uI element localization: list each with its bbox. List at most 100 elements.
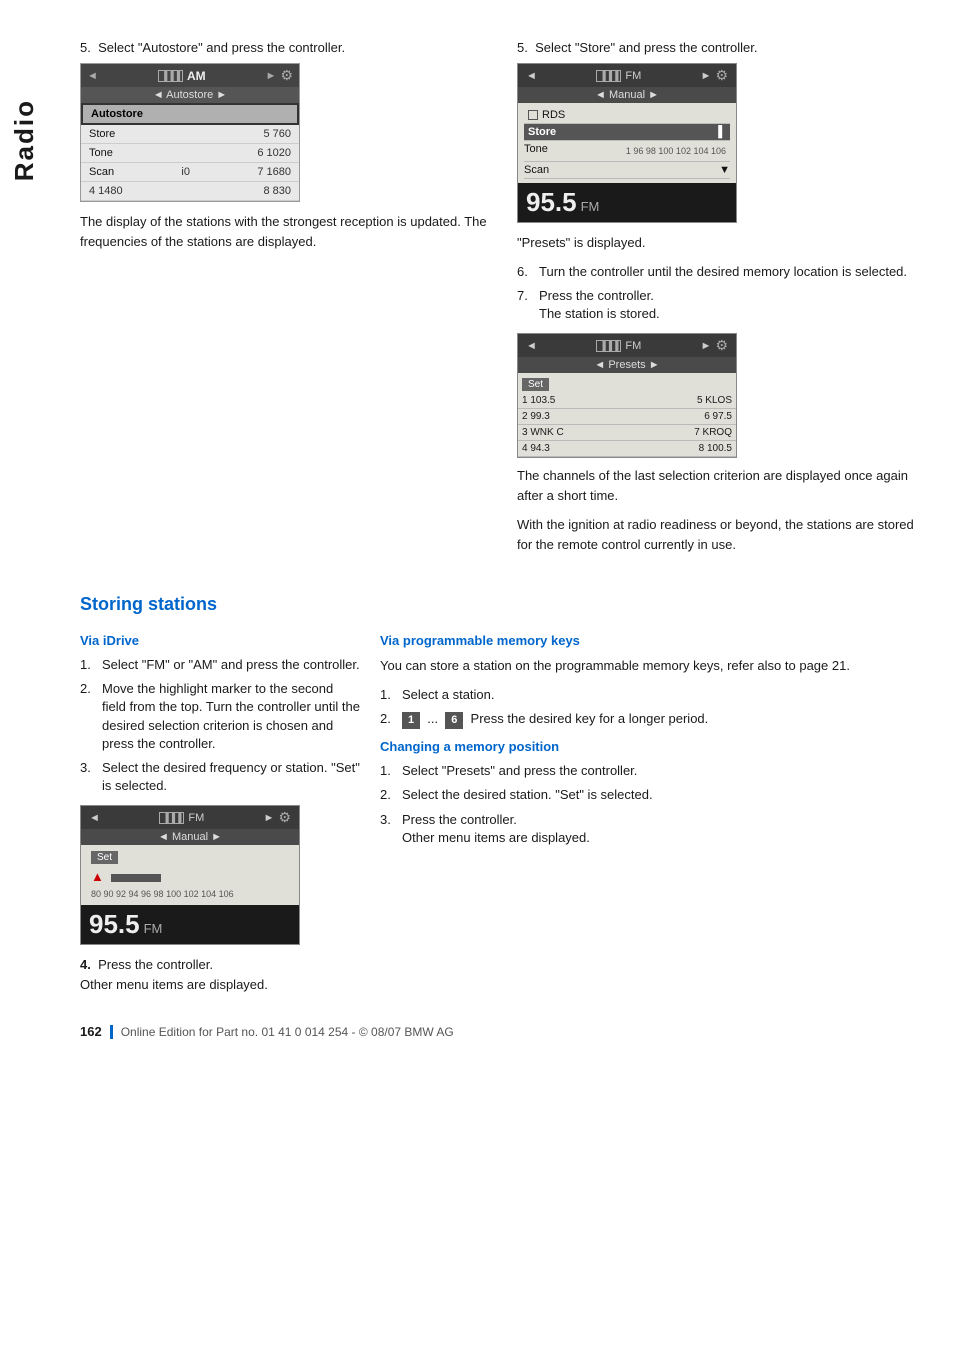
via-idrive-heading: Via iDrive: [80, 633, 360, 648]
presets-screen: ◄ ▐▐▐ FM ► ⚙ ◄ Presets ► Set: [517, 333, 737, 458]
changing-memory-heading: Changing a memory position: [380, 739, 924, 754]
presets-sub-bar: ◄ Presets ►: [518, 357, 736, 373]
fm-manual-sub-bar: ◄ Manual ►: [81, 829, 299, 845]
right-step-label: 5. Select "Store" and press the controll…: [517, 40, 924, 55]
memory-step-1: 1. Select a station.: [380, 686, 924, 704]
storing-heading: Storing stations: [80, 594, 924, 615]
am-top-bar: ◄ ▐▐▐ AM ► ⚙: [81, 64, 299, 87]
presets-right-arrow: ►: [701, 340, 712, 352]
step-7: 7. Press the controller. The station is …: [517, 287, 924, 323]
changing-step-3: 3. Press the controller. Other menu item…: [380, 811, 924, 847]
fm-manual-cursor-row: ▲: [87, 866, 293, 887]
am-left-arrow: ◄: [87, 70, 98, 82]
fm-manual-cursor: ▲: [91, 869, 104, 884]
am-menu-scan: Scan i0 7 1680: [81, 163, 299, 182]
via-memory-heading: Via programmable memory keys: [380, 633, 924, 648]
storing-stations-section: Storing stations Via iDrive 1. Select "F…: [80, 584, 924, 1004]
key-badge-1: 1: [402, 712, 420, 729]
fm-manual-set-row: Set: [87, 849, 293, 866]
presets-row-4: 4 94.3 8 100.5: [518, 441, 736, 457]
presets-signal: ▐▐▐: [596, 340, 621, 352]
fm-store-menu-tone: Tone 1 96 98 100 102 104 106: [524, 141, 730, 162]
presets-mode: FM: [625, 340, 641, 352]
fm-manual-content: Set ▲ 80 90 92 94 96 98 100 102 104 106: [81, 845, 299, 905]
fm-store-settings-icon: ⚙: [715, 67, 728, 84]
am-menu-autostore: Autostore: [81, 103, 299, 125]
am-menu-list: Autostore Store 5 760 Tone 6 1020 Scan: [81, 103, 299, 201]
fm-manual-freq-num: 95.5: [89, 909, 140, 940]
presets-set-btn-row: Set: [518, 373, 736, 393]
presets-row-1: 1 103.5 5 KLOS: [518, 393, 736, 409]
rds-label: RDS: [542, 109, 565, 121]
fm-store-signal: ▐▐▐: [596, 70, 621, 82]
page-footer: 162 Online Edition for Part no. 01 41 0 …: [80, 1004, 924, 1049]
fm-manual-signal: ▐▐▐: [159, 812, 184, 824]
presets-settings-icon: ⚙: [715, 337, 728, 354]
sidebar-radio-label: Radio: [0, 60, 48, 220]
fm-store-screen: ◄ ▐▐▐ FM ► ⚙ ◄ Manual ►: [517, 63, 737, 223]
rds-checkbox: [528, 110, 538, 120]
am-menu-tone: Tone 6 1020: [81, 144, 299, 163]
fm-manual-fm-tag: FM: [144, 921, 163, 936]
footer-text: Online Edition for Part no. 01 41 0 014 …: [110, 1025, 454, 1039]
storing-right: Via programmable memory keys You can sto…: [380, 627, 924, 1004]
presets-row-2: 2 99.3 6 97.5: [518, 409, 736, 425]
fm-manual-mode: FM: [188, 812, 204, 824]
key-badge-6: 6: [445, 712, 463, 729]
top-two-col: 5. Select "Autostore" and press the cont…: [80, 40, 924, 564]
am-mode-text: AM: [187, 69, 206, 83]
fm-manual-bar: [111, 874, 161, 882]
fm-store-sub-bar: ◄ Manual ►: [518, 87, 736, 103]
right-col: 5. Select "Store" and press the controll…: [517, 40, 924, 564]
fm-store-mode: FM: [625, 70, 641, 82]
left-step-label: 5. Select "Autostore" and press the cont…: [80, 40, 487, 55]
right-steps-6-7: 6. Turn the controller until the desired…: [517, 263, 924, 324]
am-signal-icon: ▐▐▐: [158, 70, 183, 82]
idrive-step-1: 1. Select "FM" or "AM" and press the con…: [80, 656, 360, 674]
fm-store-right-arrow: ►: [701, 70, 712, 82]
fm-store-fm-tag: FM: [581, 199, 600, 214]
idrive-step-3: 3. Select the desired frequency or stati…: [80, 759, 360, 795]
idrive-steps: 1. Select "FM" or "AM" and press the con…: [80, 656, 360, 795]
right-body2: The channels of the last selection crite…: [517, 466, 924, 505]
fm-store-left-arrow: ◄: [526, 70, 537, 82]
fm-manual-right-arrow: ►: [264, 812, 275, 824]
fm-store-content: RDS Store ▌ Tone 1 96 98 100 102 104 106…: [518, 103, 736, 183]
fm-store-menu-store: Store ▌: [524, 124, 730, 141]
memory-steps: 1. Select a station. 2. 1 ... 6 Press th…: [380, 686, 924, 730]
am-menu-row5: 4 1480 8 830: [81, 182, 299, 201]
am-sub-bar: ◄ Autostore ►: [81, 87, 299, 103]
changing-step-1: 1. Select "Presets" and press the contro…: [380, 762, 924, 780]
changing-steps: 1. Select "Presets" and press the contro…: [380, 762, 924, 847]
rds-row: RDS: [524, 107, 730, 124]
memory-step-2: 2. 1 ... 6 Press the desired key for a l…: [380, 710, 924, 729]
step-6: 6. Turn the controller until the desired…: [517, 263, 924, 281]
fm-manual-top-bar: ◄ ▐▐▐ FM ► ⚙: [81, 806, 299, 829]
fm-manual-left-arrow: ◄: [89, 812, 100, 824]
idrive-step-2: 2. Move the highlight marker to the seco…: [80, 680, 360, 753]
fm-store-freq-display: 95.5 FM: [518, 183, 736, 222]
fm-manual-screen: ◄ ▐▐▐ FM ► ⚙ ◄ Manual ►: [80, 805, 300, 945]
fm-store-top-bar: ◄ ▐▐▐ FM ► ⚙: [518, 64, 736, 87]
memory-body: You can store a station on the programma…: [380, 656, 924, 676]
fm-manual-freq-display: 95.5 FM: [81, 905, 299, 944]
fm-manual-settings-icon: ⚙: [278, 809, 291, 826]
fm-store-menu-scan: Scan ▼: [524, 162, 730, 179]
presets-set-btn: Set: [522, 378, 549, 391]
presets-top-bar: ◄ ▐▐▐ FM ► ⚙: [518, 334, 736, 357]
right-presets-displayed: "Presets" is displayed.: [517, 233, 924, 253]
am-radio-screen: ◄ ▐▐▐ AM ► ⚙ ◄ Autostore ►: [80, 63, 300, 202]
storing-two-col: Via iDrive 1. Select "FM" or "AM" and pr…: [80, 627, 924, 1004]
am-right-arrow: ►: [266, 70, 277, 82]
left-body-text: The display of the stations with the str…: [80, 212, 487, 251]
storing-left: Via iDrive 1. Select "FM" or "AM" and pr…: [80, 627, 360, 1004]
changing-step-2: 2. Select the desired station. "Set" is …: [380, 786, 924, 804]
am-settings-icon: ⚙: [280, 67, 293, 84]
fm-manual-set-btn: Set: [91, 851, 118, 864]
am-menu-store: Store 5 760: [81, 125, 299, 144]
left-col: 5. Select "Autostore" and press the cont…: [80, 40, 487, 564]
fm-store-freq-num: 95.5: [526, 187, 577, 218]
presets-left-arrow: ◄: [526, 340, 537, 352]
fm-manual-slider: 80 90 92 94 96 98 100 102 104 106: [87, 887, 293, 901]
presets-row-3: 3 WNK C 7 KROQ: [518, 425, 736, 441]
